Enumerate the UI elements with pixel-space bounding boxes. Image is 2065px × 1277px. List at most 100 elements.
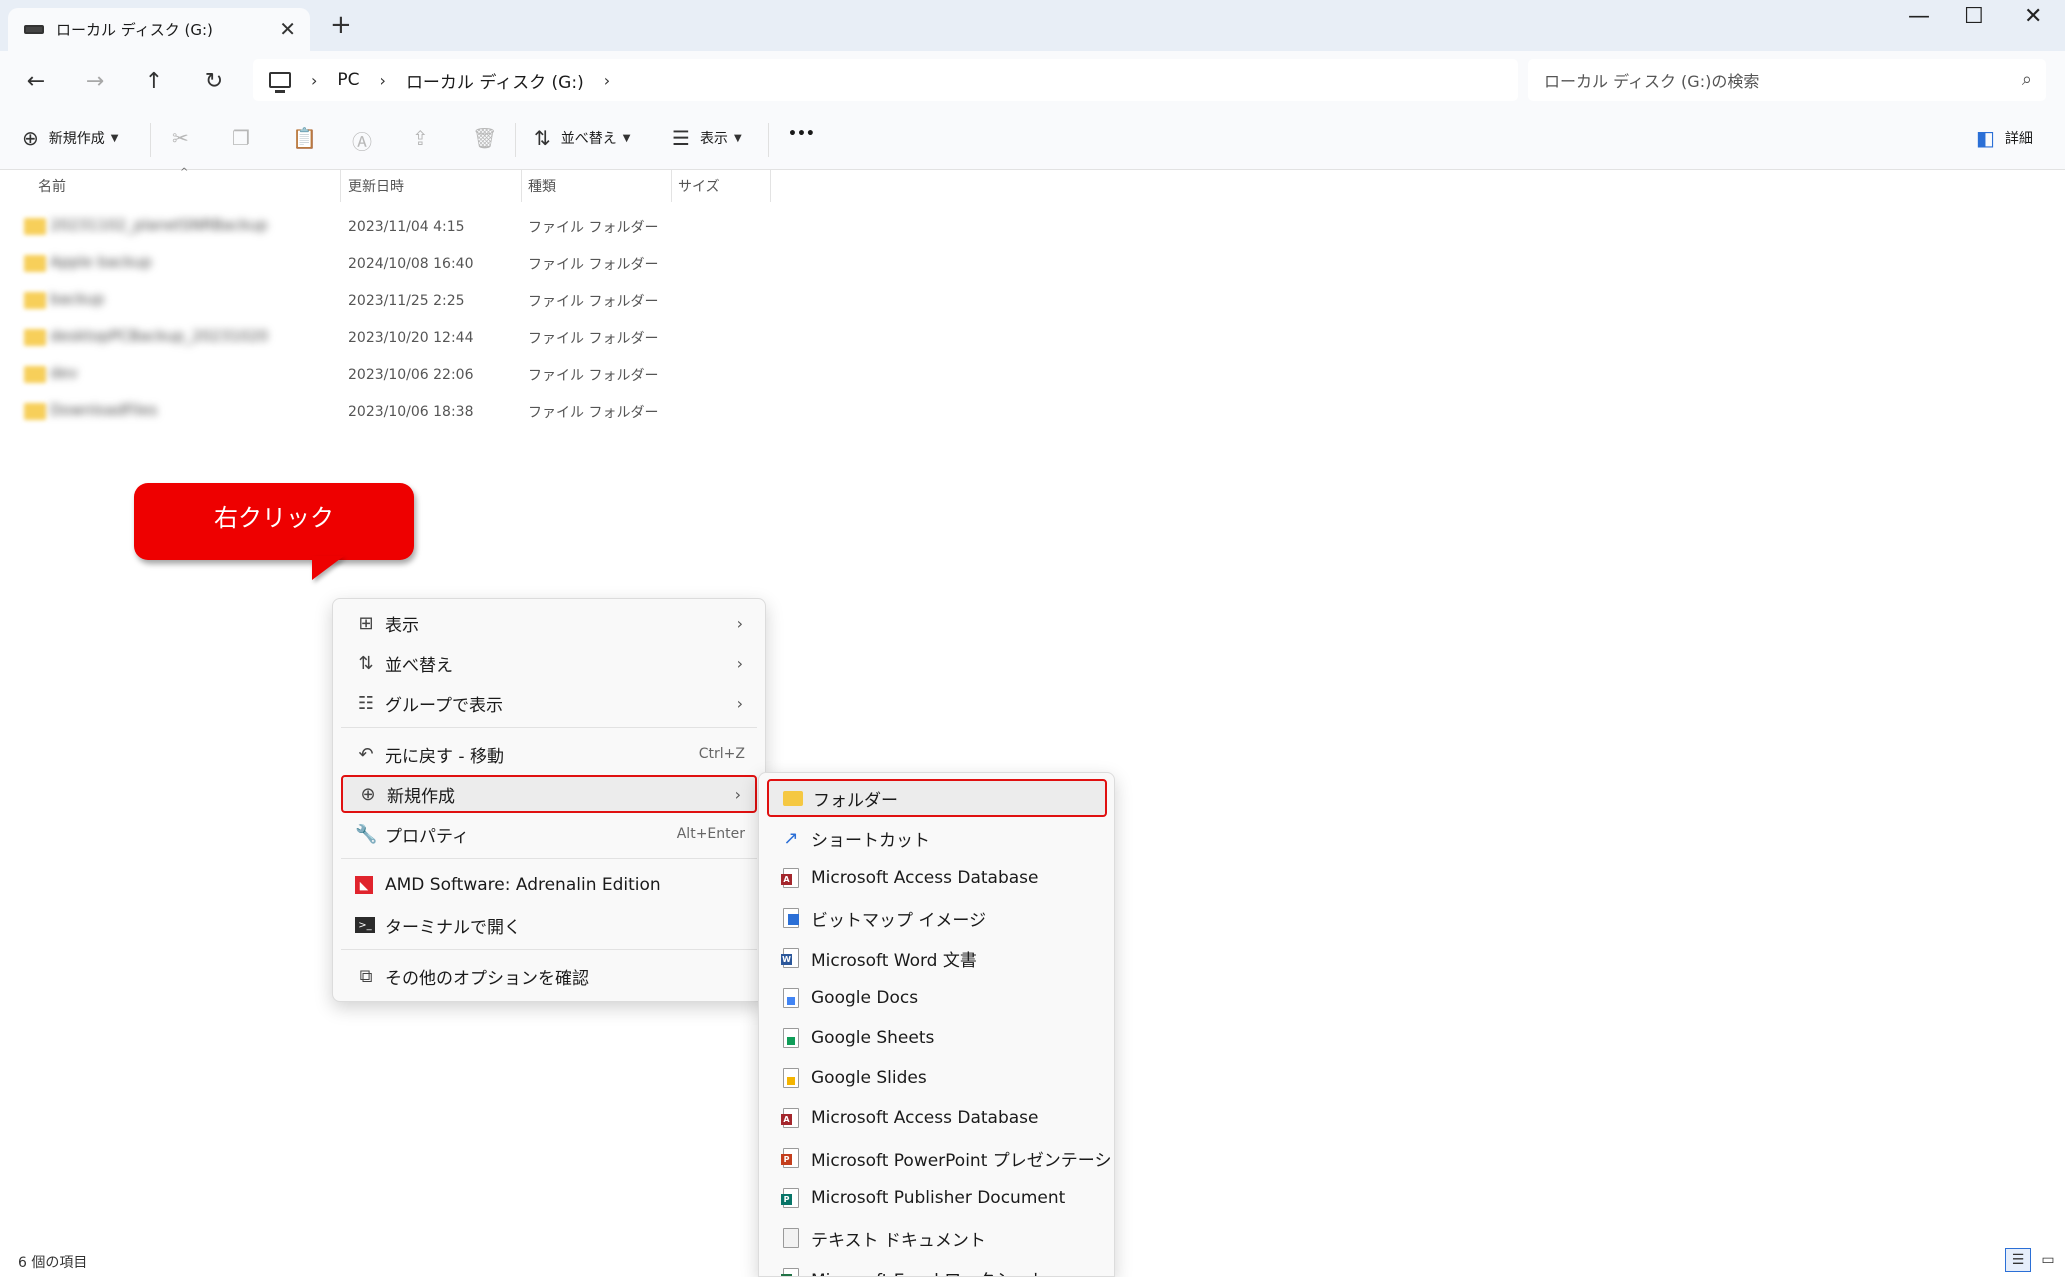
column-header-size[interactable]: サイズ [672, 170, 768, 202]
tab-local-disk[interactable]: ローカル ディスク (G:) ✕ [8, 8, 310, 51]
word-file-icon: W [781, 948, 801, 968]
submenu-item-label: Microsoft PowerPoint プレゼンテーション [811, 1150, 1115, 1171]
maximize-button[interactable]: ☐ [1964, 4, 1984, 29]
sort-button-label: 並べ替え [560, 131, 617, 147]
menu-item-properties[interactable]: 🔧 プロパティ Alt+Enter [341, 815, 757, 853]
submenu-item-publisher[interactable]: P Microsoft Publisher Document [767, 1179, 1107, 1217]
paste-button[interactable]: 📋 [292, 126, 327, 150]
address-bar[interactable]: › PC › ローカル ディスク (G:) › [253, 59, 1518, 101]
file-row[interactable]: DownloadFiles 2023/10/06 18:38 ファイル フォルダ… [0, 393, 780, 430]
up-button[interactable]: ↑ [136, 63, 172, 99]
scissors-icon: ✂ [172, 126, 189, 150]
column-divider[interactable] [340, 170, 341, 202]
submenu-item-bitmap[interactable]: ビットマップ イメージ [767, 899, 1107, 937]
undo-icon: ↶ [358, 743, 374, 765]
group-list-icon: ☷ [357, 692, 375, 714]
refresh-button[interactable]: ↻ [196, 63, 232, 99]
menu-item-label: AMD Software: Adrenalin Edition [385, 875, 661, 895]
computer-icon[interactable] [269, 72, 291, 93]
chevron-right-icon: › [736, 613, 743, 633]
menu-divider [341, 858, 757, 859]
submenu-item-google-docs[interactable]: Google Docs [767, 979, 1107, 1017]
minimize-button[interactable]: — [1908, 4, 1930, 29]
menu-item-sort[interactable]: ⇅ 並べ替え › [341, 644, 757, 682]
breadcrumb-chevron-icon[interactable]: › [380, 71, 386, 90]
google-sheets-icon [781, 1028, 801, 1048]
new-button[interactable]: ⊕ 新規作成 ▼ [22, 126, 118, 150]
file-type: ファイル フォルダー [528, 367, 659, 384]
tiles-view-button[interactable]: ▭ [2036, 1248, 2060, 1272]
breadcrumb-local-disk[interactable]: ローカル ディスク (G:) [406, 68, 584, 93]
more-options-button[interactable]: ••• [788, 126, 815, 142]
new-tab-button[interactable]: + [330, 12, 352, 38]
submenu-item-word[interactable]: W Microsoft Word 文書 [767, 939, 1107, 977]
sort-button[interactable]: ⇅ 並べ替え ▼ [534, 126, 630, 150]
file-row[interactable]: Apple backup 2024/10/08 16:40 ファイル フォルダー [0, 245, 780, 282]
submenu-item-shortcut[interactable]: ↗ ショートカット [767, 819, 1107, 857]
amd-icon: ◣ [355, 876, 377, 894]
menu-item-undo[interactable]: ↶ 元に戻す - 移動 Ctrl+Z [341, 735, 757, 773]
menu-item-label: 新規作成 [387, 786, 455, 807]
close-window-button[interactable]: ✕ [2024, 4, 2042, 29]
powerpoint-file-icon: P [781, 1148, 801, 1168]
file-name: dev [50, 364, 78, 382]
search-placeholder: ローカル ディスク (G:)の検索 [1544, 72, 1760, 91]
menu-divider [341, 727, 757, 728]
submenu-item-text[interactable]: テキスト ドキュメント [767, 1219, 1107, 1257]
file-row[interactable]: desktopPCBackup_20231020 2023/10/20 12:4… [0, 319, 780, 356]
delete-button[interactable]: 🗑 [472, 126, 507, 150]
menu-item-new[interactable]: ⊕ 新規作成 › [341, 775, 757, 813]
breadcrumb-chevron-icon[interactable]: › [604, 71, 610, 90]
menu-item-more-options[interactable]: ⧉ その他のオプションを確認 [341, 957, 757, 995]
column-divider[interactable] [770, 170, 771, 202]
copy-button[interactable]: ❐ [232, 126, 260, 150]
submenu-item-access-2[interactable]: A Microsoft Access Database [767, 1099, 1107, 1137]
access-file-icon: A [781, 868, 801, 888]
column-header-type[interactable]: 種類 [522, 170, 670, 202]
view-button[interactable]: ☰ 表示 ▼ [672, 126, 742, 150]
bitmap-file-icon [781, 908, 801, 928]
file-modified: 2023/11/25 2:25 [348, 292, 465, 309]
shortcut-arrow-icon: ↗ [783, 827, 799, 849]
rename-button[interactable]: Ⓐ [352, 126, 382, 155]
drive-icon [24, 25, 44, 34]
file-type: ファイル フォルダー [528, 293, 659, 310]
details-pane-label: 詳細 [2004, 131, 2033, 147]
sort-arrows-icon: ⇅ [358, 652, 374, 674]
submenu-item-access[interactable]: A Microsoft Access Database [767, 859, 1107, 897]
submenu-item-powerpoint[interactable]: P Microsoft PowerPoint プレゼンテーション [767, 1139, 1114, 1177]
menu-item-label: 元に戻す - 移動 [385, 746, 504, 767]
search-box[interactable]: ローカル ディスク (G:)の検索 ⌕ [1528, 59, 2046, 101]
submenu-item-label: Google Sheets [811, 1028, 935, 1048]
share-button[interactable]: ⇪ [412, 126, 439, 150]
file-row[interactable]: backup 2023/11/25 2:25 ファイル フォルダー [0, 282, 780, 319]
breadcrumb-chevron-icon[interactable]: › [311, 71, 317, 90]
command-bar: ⊕ 新規作成 ▼ ✂ ❐ 📋 Ⓐ ⇪ 🗑 ⇅ 並べ替え ▼ ☰ 表示 ▼ •••… [0, 111, 2065, 170]
folder-icon [24, 218, 46, 235]
trash-icon: 🗑 [472, 126, 498, 150]
copy-icon: ❐ [232, 126, 250, 150]
file-row[interactable]: dev 2023/10/06 22:06 ファイル フォルダー [0, 356, 780, 393]
details-view-button[interactable]: ☰ [2005, 1248, 2031, 1272]
menu-item-amd[interactable]: ◣ AMD Software: Adrenalin Edition [341, 866, 757, 904]
tab-close-icon[interactable]: ✕ [279, 17, 296, 41]
folder-icon [24, 329, 46, 346]
submenu-item-label: フォルダー [813, 790, 898, 811]
submenu-item-folder[interactable]: フォルダー [767, 779, 1107, 817]
column-header-name[interactable]: 名前 [32, 170, 338, 202]
menu-item-group[interactable]: ☷ グループで表示 › [341, 684, 757, 722]
submenu-item-google-slides[interactable]: Google Slides [767, 1059, 1107, 1097]
cut-button[interactable]: ✂ [172, 126, 199, 150]
menu-item-terminal[interactable]: >_ ターミナルで開く [341, 906, 757, 944]
file-modified: 2024/10/08 16:40 [348, 255, 474, 272]
file-name: 20231102_planetSNRBackup [50, 216, 268, 234]
column-header-modified[interactable]: 更新日時 [342, 170, 520, 202]
file-row[interactable]: 20231102_planetSNRBackup 2023/11/04 4:15… [0, 208, 780, 245]
details-pane-button[interactable]: ◧ 詳細 [1976, 126, 2033, 150]
submenu-item-excel[interactable]: X Microsoft Excel ワークシート [767, 1259, 1107, 1276]
breadcrumb-pc[interactable]: PC [337, 70, 359, 90]
forward-button[interactable]: → [77, 63, 113, 99]
back-button[interactable]: ← [18, 63, 54, 99]
menu-item-view[interactable]: ⊞ 表示 › [341, 604, 757, 642]
submenu-item-google-sheets[interactable]: Google Sheets [767, 1019, 1107, 1057]
